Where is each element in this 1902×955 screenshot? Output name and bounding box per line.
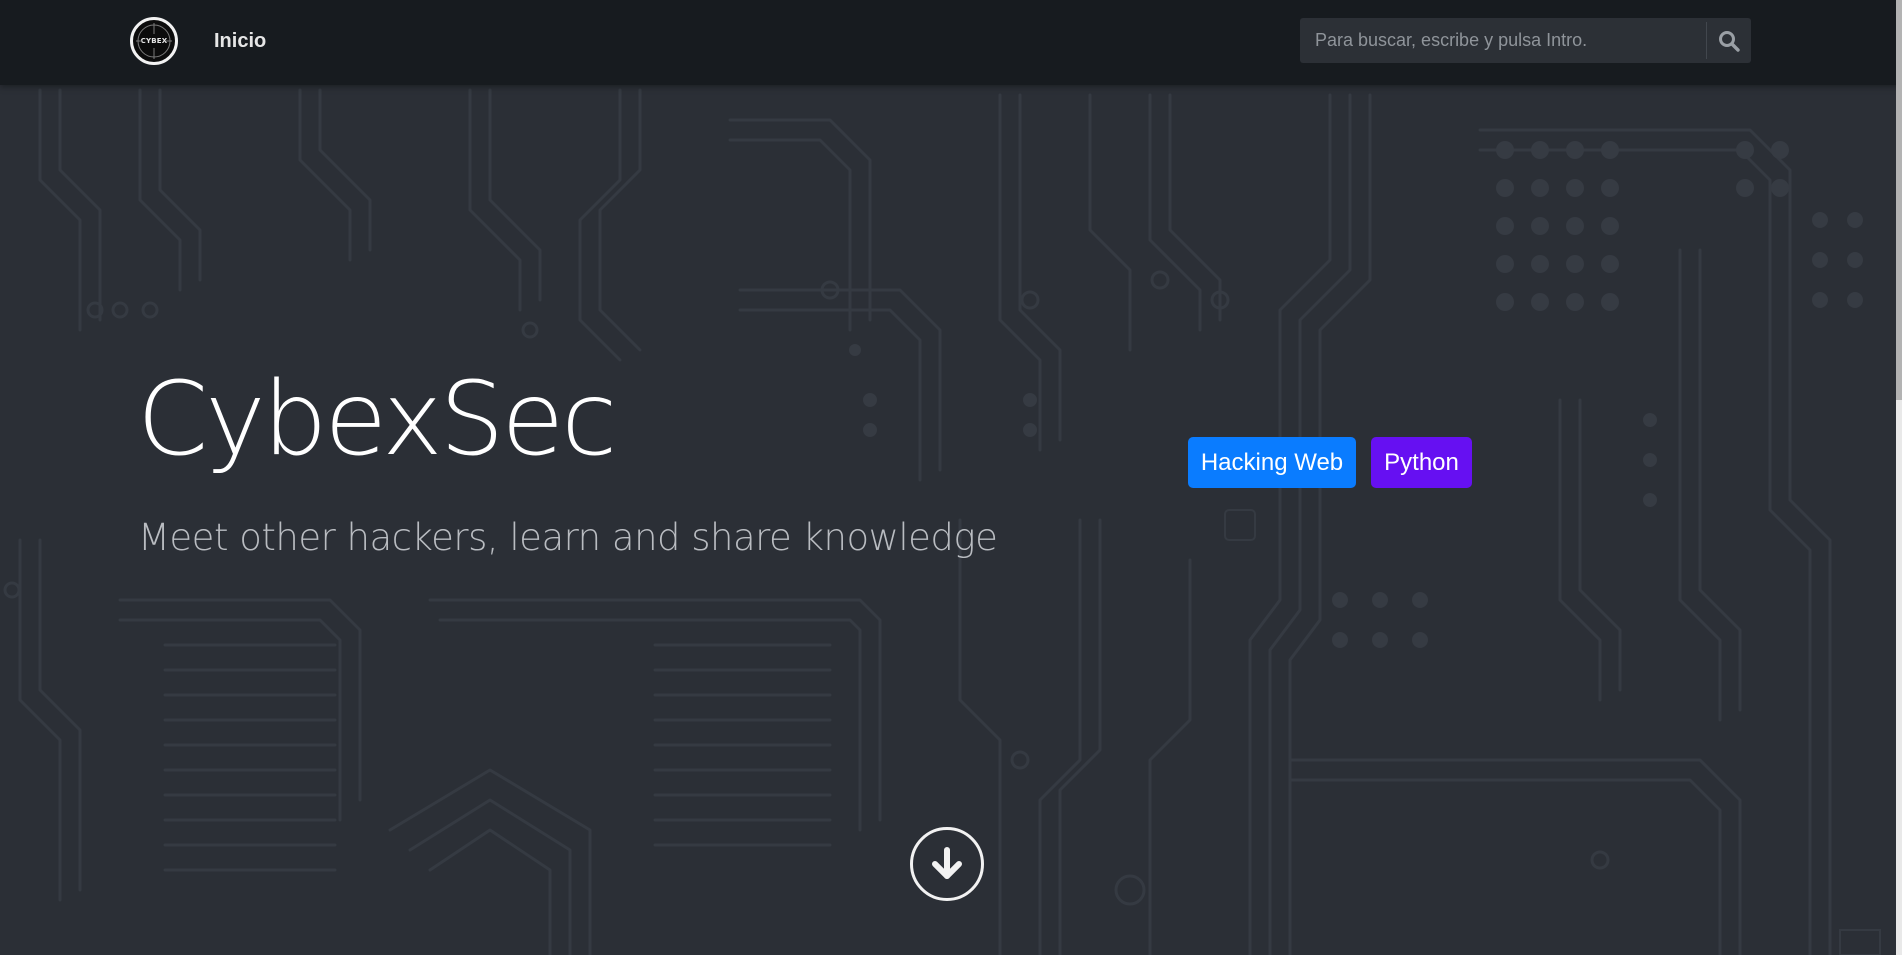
search-button[interactable] [1707, 18, 1751, 63]
search-input[interactable] [1300, 18, 1706, 63]
logo-emblem-icon [136, 23, 172, 59]
tag-hacking-web[interactable]: Hacking Web [1188, 437, 1356, 488]
hero-subtitle: Meet other hackers, learn and share know… [138, 516, 998, 559]
nav-link-inicio[interactable]: Inicio [214, 27, 266, 55]
page: CYBEX Inicio CybexSec Meet other hackers… [0, 0, 1902, 955]
scrollbar-thumb[interactable] [1896, 0, 1902, 400]
arrow-down-circle-icon [932, 847, 962, 879]
search-icon [1719, 30, 1740, 52]
site-logo[interactable]: CYBEX [130, 17, 178, 65]
tag-python[interactable]: Python [1371, 437, 1472, 488]
search-box [1300, 18, 1751, 63]
page-scrollbar[interactable] [1896, 0, 1902, 955]
hero-title: CybexSec [137, 360, 617, 479]
scroll-down-button[interactable] [910, 827, 984, 901]
top-navbar: CYBEX Inicio [0, 0, 1902, 85]
